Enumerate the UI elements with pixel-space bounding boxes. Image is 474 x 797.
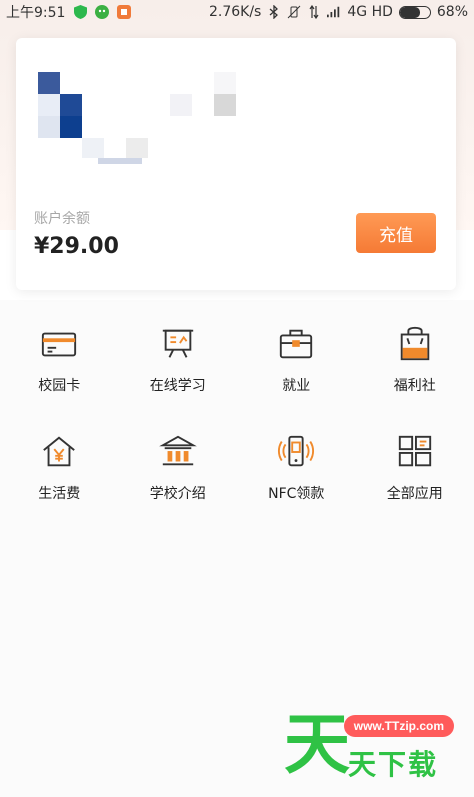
status-battery: 68% <box>436 4 468 20</box>
watermark-text: 天下载 <box>348 748 439 781</box>
bluetooth-icon <box>267 5 281 19</box>
grid-item-employment[interactable]: 就业 <box>237 325 356 395</box>
all-apps-icon <box>398 435 431 467</box>
grid-item-label: NFC领款 <box>268 486 325 502</box>
wechat-icon <box>95 5 110 19</box>
status-network: 4G HD <box>347 4 393 20</box>
balance-card: 账户余额 ¥29.00 充值 <box>16 38 456 290</box>
status-time: 上午9:51 <box>6 5 66 21</box>
nfc-phone-icon <box>278 435 315 467</box>
signal-icon <box>327 5 341 19</box>
grid-item-school-intro[interactable]: 学校介绍 <box>119 433 238 503</box>
school-building-icon <box>158 435 197 466</box>
grid-item-label: 全部应用 <box>386 486 443 502</box>
presentation-icon <box>162 329 193 358</box>
grid-item-campus-card[interactable]: 校园卡 <box>0 325 119 395</box>
grid-item-welfare[interactable]: 福利社 <box>356 325 474 395</box>
grid-item-label: 福利社 <box>393 378 436 394</box>
shield-icon <box>73 5 87 19</box>
app-grid: 校园卡 在线学习 就业 福利社 生活费 学校介绍 NFC领款 全部应用 <box>0 325 474 503</box>
grid-item-living-expenses[interactable]: 生活费 <box>0 433 119 503</box>
recharge-button[interactable]: 充值 <box>356 213 436 253</box>
status-net-speed: 2.76K/s <box>208 4 262 20</box>
watermark-big-char: 天 <box>284 706 350 783</box>
grid-item-nfc-payout[interactable]: NFC领款 <box>237 433 356 503</box>
grid-item-label: 在线学习 <box>149 378 206 394</box>
house-yen-icon <box>43 436 76 467</box>
watermark-url: www.TTzip.com <box>343 715 454 737</box>
grid-item-label: 就业 <box>282 378 311 394</box>
grid-item-label: 校园卡 <box>38 378 81 394</box>
card-icon <box>42 332 77 357</box>
data-arrows-icon <box>307 5 321 19</box>
status-bar: 上午9:51 2.76K/s 4G HD 68% <box>0 0 474 24</box>
watermark: 天 天下载 www.TTzip.com <box>284 705 464 785</box>
grid-item-label: 学校介绍 <box>149 486 206 502</box>
battery-level <box>399 6 421 18</box>
school-logo <box>38 72 236 164</box>
app-notification-icon <box>117 5 132 19</box>
vibrate-icon <box>287 5 301 19</box>
grid-item-all-apps[interactable]: 全部应用 <box>356 433 474 503</box>
battery-icon <box>398 5 431 19</box>
briefcase-icon <box>280 329 313 359</box>
grid-item-label: 生活费 <box>38 486 81 502</box>
grid-item-online-learning[interactable]: 在线学习 <box>119 325 238 395</box>
balance-label: 账户余额 <box>34 211 90 227</box>
shopping-bag-icon <box>400 326 429 361</box>
balance-value: ¥29.00 <box>34 234 119 259</box>
